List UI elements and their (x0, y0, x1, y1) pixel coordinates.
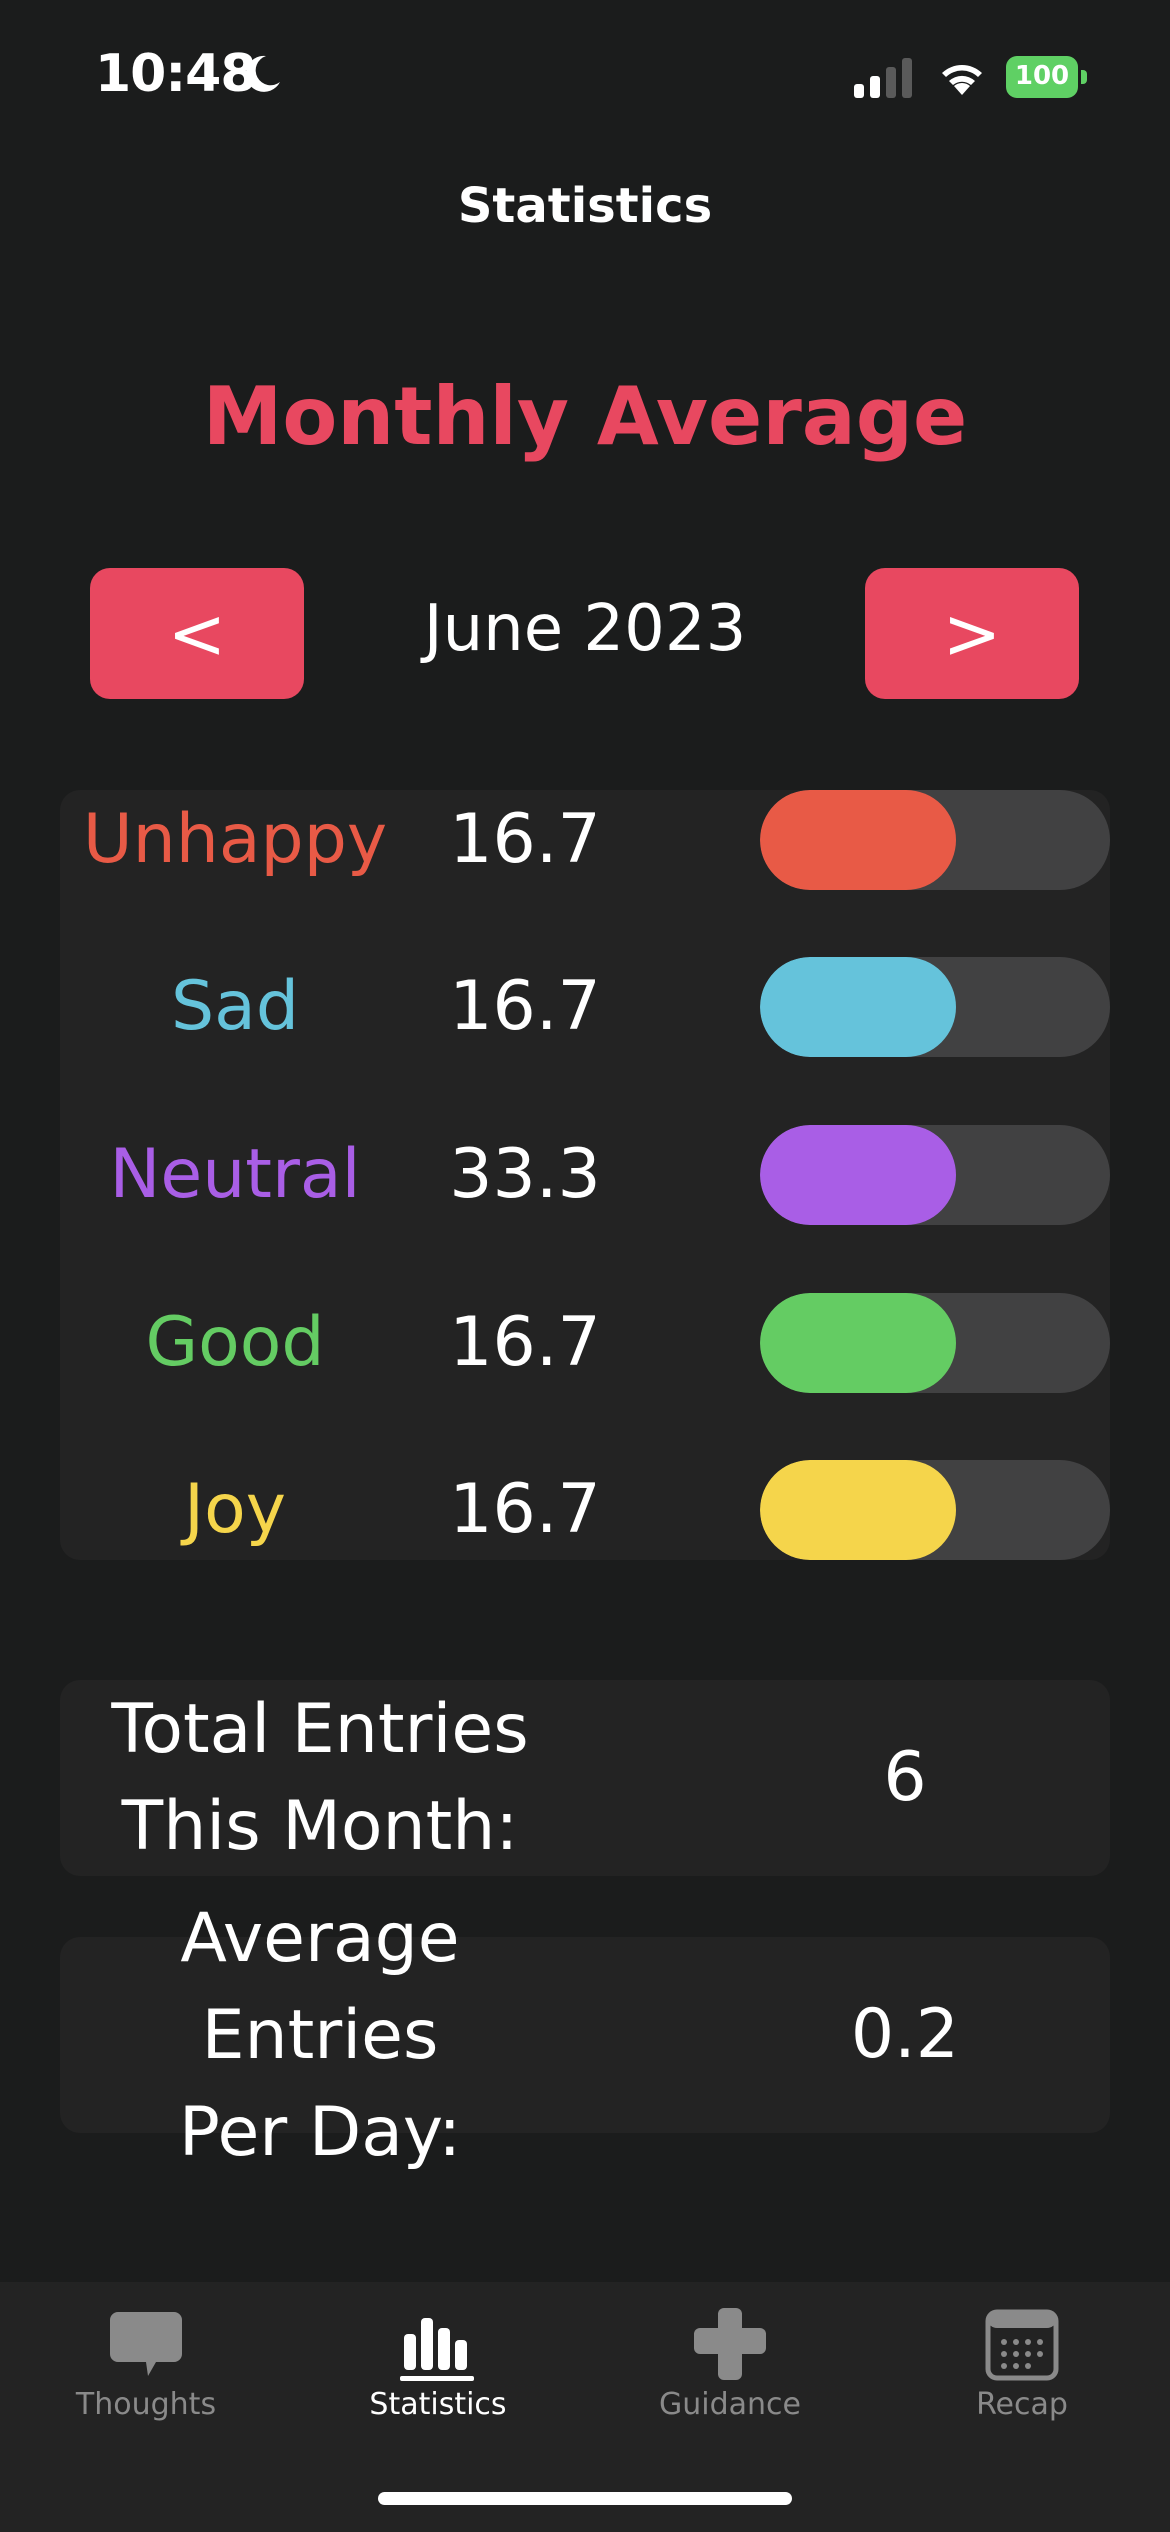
battery-charging-icon: 100 (1006, 56, 1088, 98)
average-entries-label: Average Entries Per Day: (178, 1898, 462, 2172)
previous-month-button[interactable]: < (90, 568, 304, 699)
mood-bar-fill (760, 1293, 956, 1393)
mood-bar (760, 790, 1110, 890)
mood-value: 16.7 (449, 967, 601, 1046)
home-indicator (378, 2492, 792, 2505)
mood-name: Good (145, 1303, 325, 1382)
mood-row-sad: Sad 16.7 (60, 957, 1110, 1057)
mood-bar (760, 1460, 1110, 1560)
tab-label: Guidance (659, 2387, 801, 2422)
mood-value: 16.7 (449, 1303, 601, 1382)
next-month-button[interactable]: > (865, 568, 1079, 699)
tab-statistics[interactable]: Statistics (292, 2282, 584, 2442)
mood-row-joy: Joy 16.7 (60, 1460, 1110, 1560)
mood-bar (760, 1125, 1110, 1225)
mood-row-neutral: Neutral 33.3 (60, 1125, 1110, 1225)
tab-thoughts[interactable]: Thoughts (0, 2282, 292, 2442)
mood-bar-fill (760, 1125, 956, 1225)
mood-row-good: Good 16.7 (60, 1293, 1110, 1393)
mood-bar-fill (760, 957, 956, 1057)
tab-label: Thoughts (75, 2387, 217, 2422)
mood-row-unhappy: Unhappy 16.7 (60, 790, 1110, 890)
tab-recap[interactable]: Recap (876, 2282, 1168, 2442)
mood-value: 16.7 (449, 800, 601, 879)
total-entries-label: Total Entries This Month: (111, 1690, 529, 1866)
tab-guidance[interactable]: Guidance (584, 2282, 876, 2442)
mood-value: 33.3 (449, 1135, 601, 1214)
total-entries-panel: Total Entries This Month: 6 (60, 1680, 1110, 1876)
average-entries-panel: Average Entries Per Day: 0.2 (60, 1898, 1110, 2172)
mood-bar-fill (760, 1460, 956, 1560)
tab-label: Statistics (369, 2387, 507, 2422)
mood-averages-panel: Unhappy 16.7 Sad 16.7 Neutral 33.3 Good … (60, 790, 1110, 1560)
mood-bar (760, 957, 1110, 1057)
moon-icon (245, 55, 280, 92)
mood-name: Sad (171, 967, 299, 1046)
speech-bubble-icon (110, 2312, 182, 2376)
tab-label: Recap (976, 2387, 1068, 2422)
month-label: June 2023 (423, 592, 747, 666)
mood-bar-fill (760, 790, 956, 890)
cellular-signal-icon (854, 58, 912, 98)
status-time: 10:48 (95, 44, 257, 104)
battery-level: 100 (1014, 61, 1070, 91)
bar-chart-icon (400, 2318, 474, 2381)
mood-bar (760, 1293, 1110, 1393)
calendar-icon (985, 2309, 1059, 2381)
monthly-average-heading: Monthly Average (202, 370, 968, 463)
mood-name: Joy (184, 1470, 286, 1549)
mood-value: 16.7 (449, 1470, 601, 1549)
wifi-icon (942, 65, 982, 95)
nav-title: Statistics (457, 178, 713, 234)
average-entries-value: 0.2 (850, 1995, 960, 2074)
plus-cross-icon (694, 2308, 766, 2380)
total-entries-value: 6 (883, 1738, 927, 1817)
mood-name: Unhappy (82, 800, 388, 879)
mood-name: Neutral (109, 1135, 361, 1214)
